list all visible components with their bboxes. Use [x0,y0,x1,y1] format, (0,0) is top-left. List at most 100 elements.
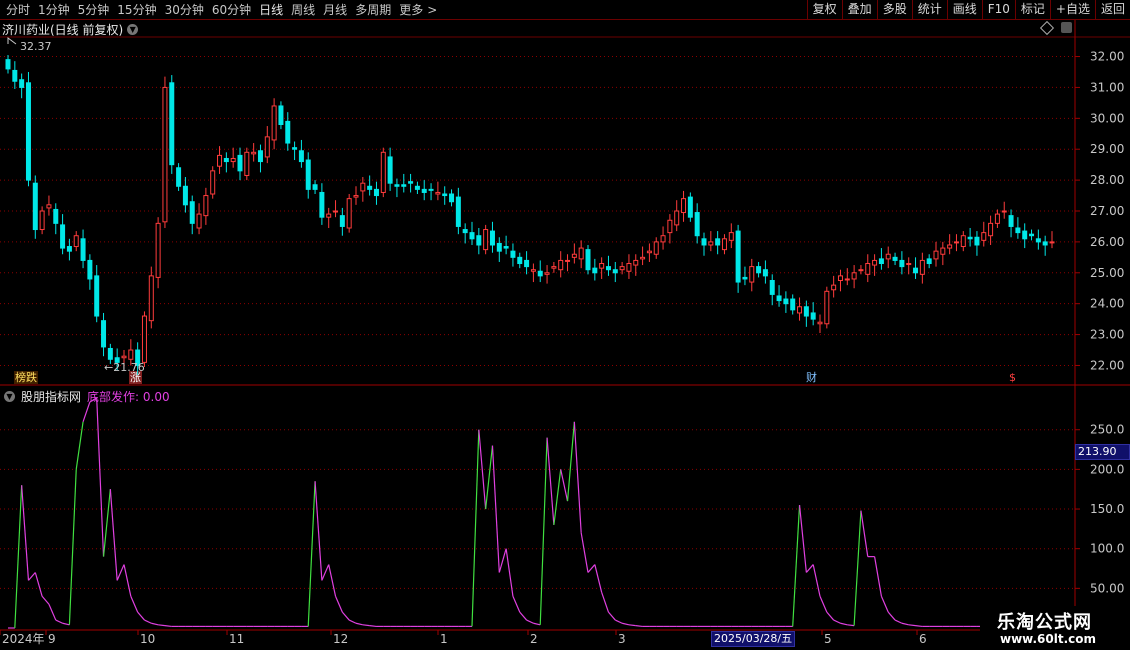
indicator-line-segment [853,510,862,626]
candle-body [121,355,127,359]
price-tick-label: 23.00 [1090,328,1124,342]
candle-body [1035,238,1041,243]
indicator-current-value: 213.90 [1075,444,1130,460]
candle-body [203,195,209,217]
candle-body [633,259,639,266]
candle-body [885,253,891,260]
indicator-line-segment [519,611,528,621]
indicator-line-segment [580,532,589,573]
candle-body [94,275,100,317]
candle-body [646,250,652,254]
indicator-line-segment [321,564,330,581]
price-tick-label: 30.00 [1090,111,1124,125]
candle-body [169,82,175,166]
candle-body [148,275,154,322]
candle-body [387,156,393,184]
candle-body [551,266,557,269]
candle-body [837,275,843,282]
candle-body [667,219,673,234]
candle-body [735,230,741,283]
candle-body [353,195,359,198]
candle-body [25,82,31,181]
price-tick-label: 26.00 [1090,235,1124,249]
indicator-line-segment [491,445,500,573]
candle-body [592,267,598,274]
candle-body [899,259,905,268]
candle-body [674,210,680,226]
candle-body [39,210,45,231]
candle-body [60,224,66,249]
indicator-line-segment [915,625,923,628]
candle-body [960,235,966,248]
candle-body [360,182,366,192]
indicator-line-segment [833,619,841,624]
watermark-url: www.60lt.com [1000,632,1097,646]
candle-body [155,222,161,278]
indicator-line-segment [566,421,575,502]
date-label: 10 [140,632,155,646]
candle-body [865,263,871,275]
candle-body [12,69,18,82]
candle-body [926,258,932,265]
candle-body [1008,215,1014,227]
indicator-line-segment [334,596,343,613]
indicator-line-segment [512,596,521,613]
candle-body [530,269,536,272]
date-label: 5 [824,632,832,646]
candle-body [1029,233,1035,237]
candle-body [708,241,714,246]
candle-body [544,272,550,275]
candle-body [401,184,407,187]
candle-body [558,259,564,271]
candle-body [967,236,973,240]
candle-body [783,298,789,305]
candle-body [503,246,509,249]
candle-body [257,150,263,163]
candle-body [462,229,468,234]
indicator-line-segment [55,619,63,624]
candle-body [469,232,475,240]
high-arrow [7,37,17,45]
indicator-line-segment [505,548,514,597]
indicator-line-segment [812,564,821,597]
indicator-line-segment [887,611,896,621]
candle-body [230,157,236,163]
watermark-title: 乐淘公式网 [997,612,1092,633]
date-label: 2 [530,632,538,646]
price-chart[interactable]: 32.00 31.00 30.00 29.00 28.00 27.00 26.00 25.00… [0,0,1130,650]
indicator-line-segment [341,611,350,621]
indicator-tick-label: 250.0 [1090,423,1124,437]
candle-body [913,267,919,274]
candle-body [701,238,707,246]
candle-body [319,191,325,218]
candle-body [5,59,11,70]
candle-body [217,154,223,167]
candle-body [878,258,884,265]
candle-body [517,256,523,265]
candle-body [237,154,243,172]
indicator-line-segment [485,445,494,510]
indicator-line-segment [601,592,610,613]
candle-body [947,244,953,249]
indicator-line-segment [560,469,569,502]
candle-body [824,290,830,325]
candle-body [565,259,571,262]
cursor-date: 2025/03/28/五 [711,631,796,647]
candle-body [298,150,304,163]
candle-body [196,213,202,229]
date-label: 11 [229,632,244,646]
indicator-line-segment [28,572,36,581]
indicator-line-segment [533,622,541,626]
candle-body [278,105,284,126]
high-price-label: 32.37 [20,40,52,53]
indicator-line-segment [573,421,582,533]
candle-body [803,306,809,317]
candle-body [851,272,857,280]
candle-body [988,222,994,237]
candle-body [449,193,455,203]
candle-body [346,198,352,229]
indicator-line-segment [362,624,370,627]
indicator-line-segment [847,624,855,627]
candle-body [769,280,775,295]
candle-body [380,151,386,193]
